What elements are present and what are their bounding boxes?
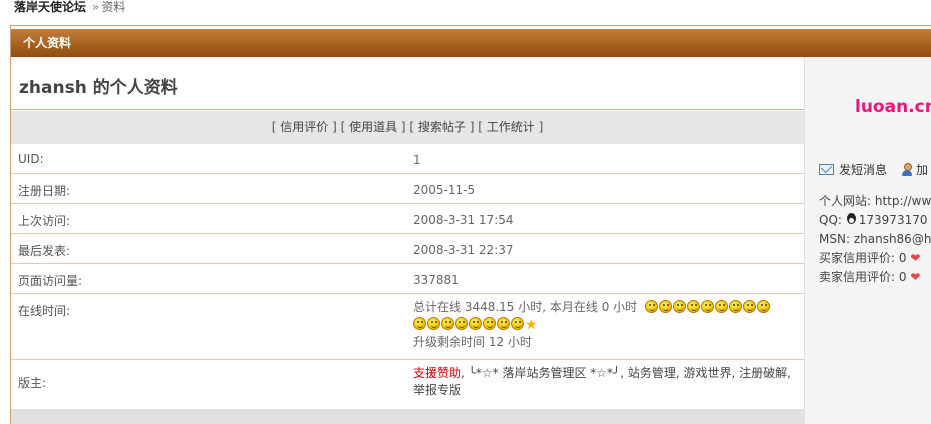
bottom-bar [11,409,804,424]
info-label: 页面访问量: [18,274,83,288]
seller-credit-line: 卖家信用评价: 0 ❤ [819,268,931,287]
user-icon [901,163,913,176]
moderator-value: 支援赞助, ╰*☆* 落岸站务管理区 *☆*╯, 站务管理, 游戏世界, 注册破… [413,365,791,399]
info-label: 上次访问: [18,214,71,228]
info-value: 2008-3-31 17:54 [413,213,514,227]
msn-value: zhansh86@ho [853,232,931,246]
msn-line: MSN: zhansh86@ho [819,230,931,249]
smiley-face-icon [714,300,728,313]
buyer-credit-line: 买家信用评价: 0 ❤ [819,249,931,268]
smiley-face-icon [469,317,482,330]
website-link[interactable]: http://www [875,194,931,208]
level-icons-row-2: ★ [413,316,771,334]
seller-credit-value: 0 [898,270,907,284]
info-value: 2008-3-31 22:37 [413,243,514,257]
level-icons-row-1 [644,300,771,314]
buyer-credit-label: 买家信用评价: [819,251,896,265]
smiley-face-icon [511,317,524,330]
qq-label: QQ: [819,213,842,227]
side-actions: 发短消息 加 [819,161,928,178]
smiley-face-icon [413,317,426,330]
smiley-face-icon [644,300,658,313]
website-line: 个人网站: http://www [819,192,931,211]
smiley-face-icon [728,300,742,313]
info-row-uid: UID: 1 [11,144,804,174]
search-posts-link[interactable]: 搜索帖子 [418,120,466,134]
credit-link[interactable]: 信用评价 [280,120,328,134]
buyer-credit-value: 0 [898,251,907,265]
info-value: 337881 [413,273,459,287]
qq-line: QQ: 173973170 [819,211,931,230]
smiley-face-icon [497,317,510,330]
smiley-face-icon [756,300,770,313]
info-label: 版主: [18,376,47,390]
qq-icon [846,213,857,226]
online-remaining: 升级剩余时间 12 小时 [413,335,532,349]
info-value: 2005-11-5 [413,183,476,197]
online-time-value: 总计在线 3448.15 小时, 本月在线 0 小时 ★ 升级剩余时间 12 小… [413,299,771,351]
info-label: 在线时间: [18,304,71,318]
breadcrumb: 落岸天使论坛 » 资料 [14,0,125,16]
info-row-last-post: 最后发表: 2008-3-31 22:37 [11,234,804,264]
smiley-face-icon [686,300,700,313]
work-stats-link[interactable]: 工作统计 [487,120,535,134]
smiley-face-icon [658,300,672,313]
profile-sidebar: luoan.cn 发短消息 加 个人网站: http://www QQ: 1739… [804,57,931,424]
page-title: zhansh 的个人资料 [19,78,178,98]
star-icon: ★ [525,317,538,333]
forum-link-sponsor[interactable]: 支援赞助 [413,366,461,380]
smiley-face-icon [672,300,686,313]
seller-credit-label: 卖家信用评价: [819,270,896,284]
section-header: 个人资料 [11,29,931,57]
info-label: 注册日期: [18,184,71,198]
heart-icon: ❤ [910,251,921,265]
section-header-title: 个人资料 [23,36,72,50]
profile-links: [ 信用评价 ] [ 使用道具 ] [ 搜索帖子 ] [ 工作统计 ] [11,111,804,144]
breadcrumb-current: 资料 [101,0,126,14]
add-friend-label: 加 [916,163,929,177]
msn-label: MSN: [819,232,850,246]
info-value: 1 [413,153,421,167]
info-row-page-views: 页面访问量: 337881 [11,264,804,294]
qq-value: 173973170 [858,213,928,227]
info-row-moderator: 版主: 支援赞助, ╰*☆* 落岸站务管理区 *☆*╯, 站务管理, 游戏世界,… [11,360,804,409]
info-row-register-date: 注册日期: 2005-11-5 [11,174,804,204]
heart-icon: ❤ [910,270,921,284]
smiley-face-icon [742,300,756,313]
moderator-forums: , ╰*☆* 落岸站务管理区 *☆*╯, 站务管理, 游戏世界, 注册破解, [461,366,791,380]
website-label: 个人网站: [819,194,872,208]
info-label: UID: [18,152,44,166]
avatar-logo: luoan.cn [855,97,931,117]
breadcrumb-separator: » [92,0,100,14]
info-row-online-time: 在线时间: 总计在线 3448.15 小时, 本月在线 0 小时 ★ 升级剩余时… [11,294,804,360]
online-summary: 总计在线 3448.15 小时, 本月在线 0 小时 [413,300,638,314]
add-friend-button[interactable]: 加 [887,163,928,177]
smiley-face-icon [455,317,468,330]
title-divider [11,109,804,110]
info-row-last-visit: 上次访问: 2008-3-31 17:54 [11,204,804,234]
info-label: 最后发表: [18,244,71,258]
tools-link[interactable]: 使用道具 [349,120,397,134]
profile-main: zhansh 的个人资料 [ 信用评价 ] [ 使用道具 ] [ 搜索帖子 ] … [11,57,804,424]
side-info: 个人网站: http://www QQ: 173973170 MSN: zhan… [819,192,931,287]
smiley-face-icon [483,317,496,330]
mail-icon [819,164,834,175]
send-message-button[interactable]: 发短消息 [819,163,887,177]
moderator-forums-line2: 举报专版 [413,383,462,397]
smiley-face-icon [441,317,454,330]
smiley-face-icon [700,300,714,313]
breadcrumb-forum-link[interactable]: 落岸天使论坛 [14,0,86,14]
send-message-label: 发短消息 [839,163,888,177]
smiley-face-icon [427,317,440,330]
